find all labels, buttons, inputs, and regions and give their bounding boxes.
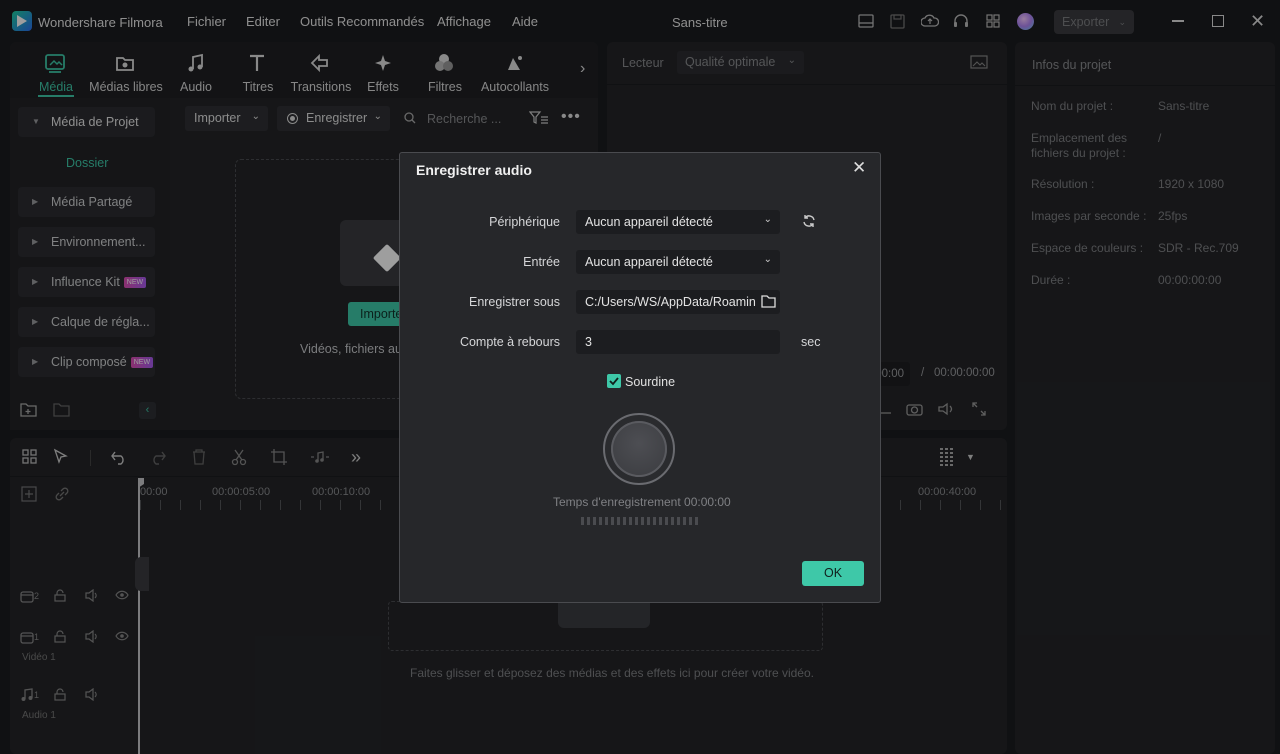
countdown-unit: sec [801,335,821,349]
input-value: Aucun appareil détecté [585,255,713,269]
input-label: Entrée [523,255,560,269]
mute-checkbox[interactable] [607,374,621,388]
ok-button[interactable]: OK [802,561,864,586]
save-path-value: C:/Users/WS/AppData/Roamin [585,295,756,309]
level-meter [581,517,699,525]
chevron-down-icon: ⌄ [763,214,772,225]
countdown-label: Compte à rebours [459,335,560,349]
device-label: Périphérique [489,215,560,229]
checkmark-icon [609,377,619,386]
record-button-inner [611,421,667,477]
record-time: Temps d'enregistrement 00:00:00 [553,495,731,509]
dialog-title: Enregistrer audio [416,162,532,178]
input-select[interactable]: Aucun appareil détecté ⌄ [576,250,780,274]
countdown-value: 3 [585,335,592,349]
refresh-icon[interactable] [802,214,816,228]
save-path-field[interactable]: C:/Users/WS/AppData/Roamin [576,290,780,314]
device-select[interactable]: Aucun appareil détecté ⌄ [576,210,780,234]
record-button[interactable] [603,413,675,485]
device-value: Aucun appareil détecté [585,215,713,229]
mute-label: Sourdine [625,375,676,389]
save-as-label: Enregistrer sous [468,295,560,309]
countdown-input[interactable]: 3 [576,330,780,354]
chevron-down-icon: ⌄ [763,254,772,265]
folder-icon[interactable] [761,295,776,308]
record-audio-dialog: Enregistrer audio ✕ Périphérique Aucun a… [399,152,881,603]
close-icon[interactable]: ✕ [852,158,866,178]
